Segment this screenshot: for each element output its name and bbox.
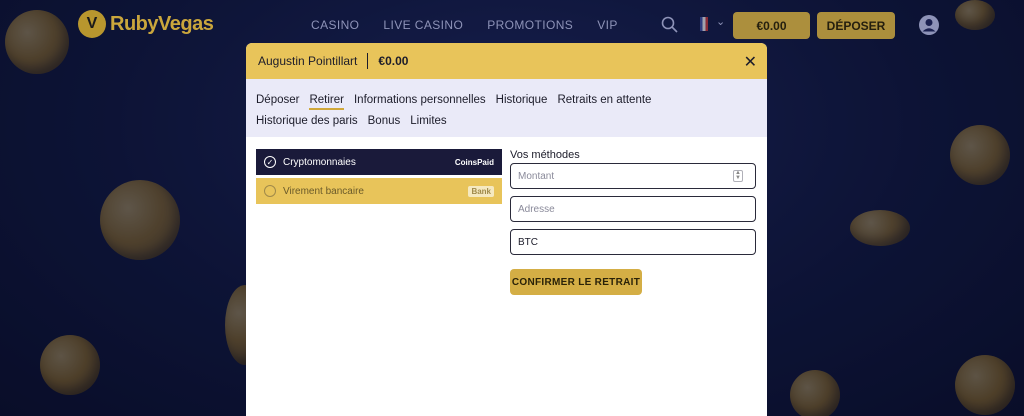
nav-link-promotions[interactable]: PROMOTIONS <box>487 18 573 32</box>
tab-limites[interactable]: Limites <box>410 114 446 128</box>
tab-retirer[interactable]: Retirer <box>309 93 344 110</box>
logo-text: RubyVegas <box>110 12 214 35</box>
method-label: Cryptomonnaies <box>283 156 356 168</box>
deposit-button[interactable]: DÉPOSER <box>817 12 895 39</box>
address-input[interactable]: Adresse <box>510 196 756 222</box>
tab-deposer[interactable]: Déposer <box>256 93 299 110</box>
nav-link-live-casino[interactable]: LIVE CASINO <box>383 18 463 32</box>
user-balance: €0.00 <box>378 54 409 68</box>
method-label: Virement bancaire <box>283 185 364 197</box>
balance-button[interactable]: €0.00 <box>733 12 810 39</box>
modal-header: Augustin Pointillart €0.00 ✕ <box>246 43 767 79</box>
user-name: Augustin Pointillart <box>258 54 358 68</box>
logo-mark-icon: V <box>78 10 106 38</box>
amount-placeholder: Montant <box>518 170 555 182</box>
methods-label: Vos méthodes <box>510 149 580 161</box>
radio-checked-icon: ✓ <box>264 156 276 168</box>
radio-unchecked-icon <box>264 185 276 197</box>
coinspaid-logo: CoinsPaid <box>454 157 494 167</box>
close-icon[interactable]: ✕ <box>744 52 757 72</box>
withdraw-form: Vos méthodes Montant ▲ ▼ Adresse BTC CONF… <box>510 149 757 295</box>
method-option-crypto[interactable]: ✓ Cryptomonnaies CoinsPaid <box>256 149 502 175</box>
confirm-withdrawal-button[interactable]: CONFIRMER LE RETRAIT <box>510 269 642 295</box>
tab-bonus[interactable]: Bonus <box>368 114 401 128</box>
chevron-down-icon[interactable]: ⌄ <box>716 15 725 28</box>
account-modal: Augustin Pointillart €0.00 ✕ Déposer Ret… <box>246 43 767 416</box>
currency-value: BTC <box>518 236 538 248</box>
bank-logo: Bank <box>468 185 494 197</box>
method-option-bank[interactable]: Virement bancaire Bank <box>256 178 502 204</box>
nav-link-casino[interactable]: CASINO <box>311 18 359 32</box>
tab-historique-des-paris[interactable]: Historique des paris <box>256 114 358 128</box>
tab-retraits-en-attente[interactable]: Retraits en attente <box>557 93 651 110</box>
header-divider <box>367 53 369 69</box>
avatar-icon[interactable] <box>918 14 940 36</box>
tab-historique[interactable]: Historique <box>496 93 548 110</box>
currency-input[interactable]: BTC <box>510 229 756 255</box>
stepper-icon[interactable]: ▲ ▼ <box>733 170 743 182</box>
nav-link-vip[interactable]: VIP <box>597 18 618 32</box>
brand-logo[interactable]: V RubyVegas <box>78 10 214 38</box>
tab-informations-personnelles[interactable]: Informations personnelles <box>354 93 486 110</box>
amount-input[interactable]: Montant ▲ ▼ <box>510 163 756 189</box>
withdraw-panel: ✓ Cryptomonnaies CoinsPaid Virement banc… <box>246 137 767 387</box>
account-tabs: Déposer Retirer Informations personnelle… <box>246 79 767 137</box>
language-flag-icon[interactable] <box>700 17 708 31</box>
address-placeholder: Adresse <box>518 203 555 215</box>
nav-links: CASINO LIVE CASINO PROMOTIONS VIP <box>311 18 618 32</box>
search-icon[interactable] <box>660 15 680 35</box>
